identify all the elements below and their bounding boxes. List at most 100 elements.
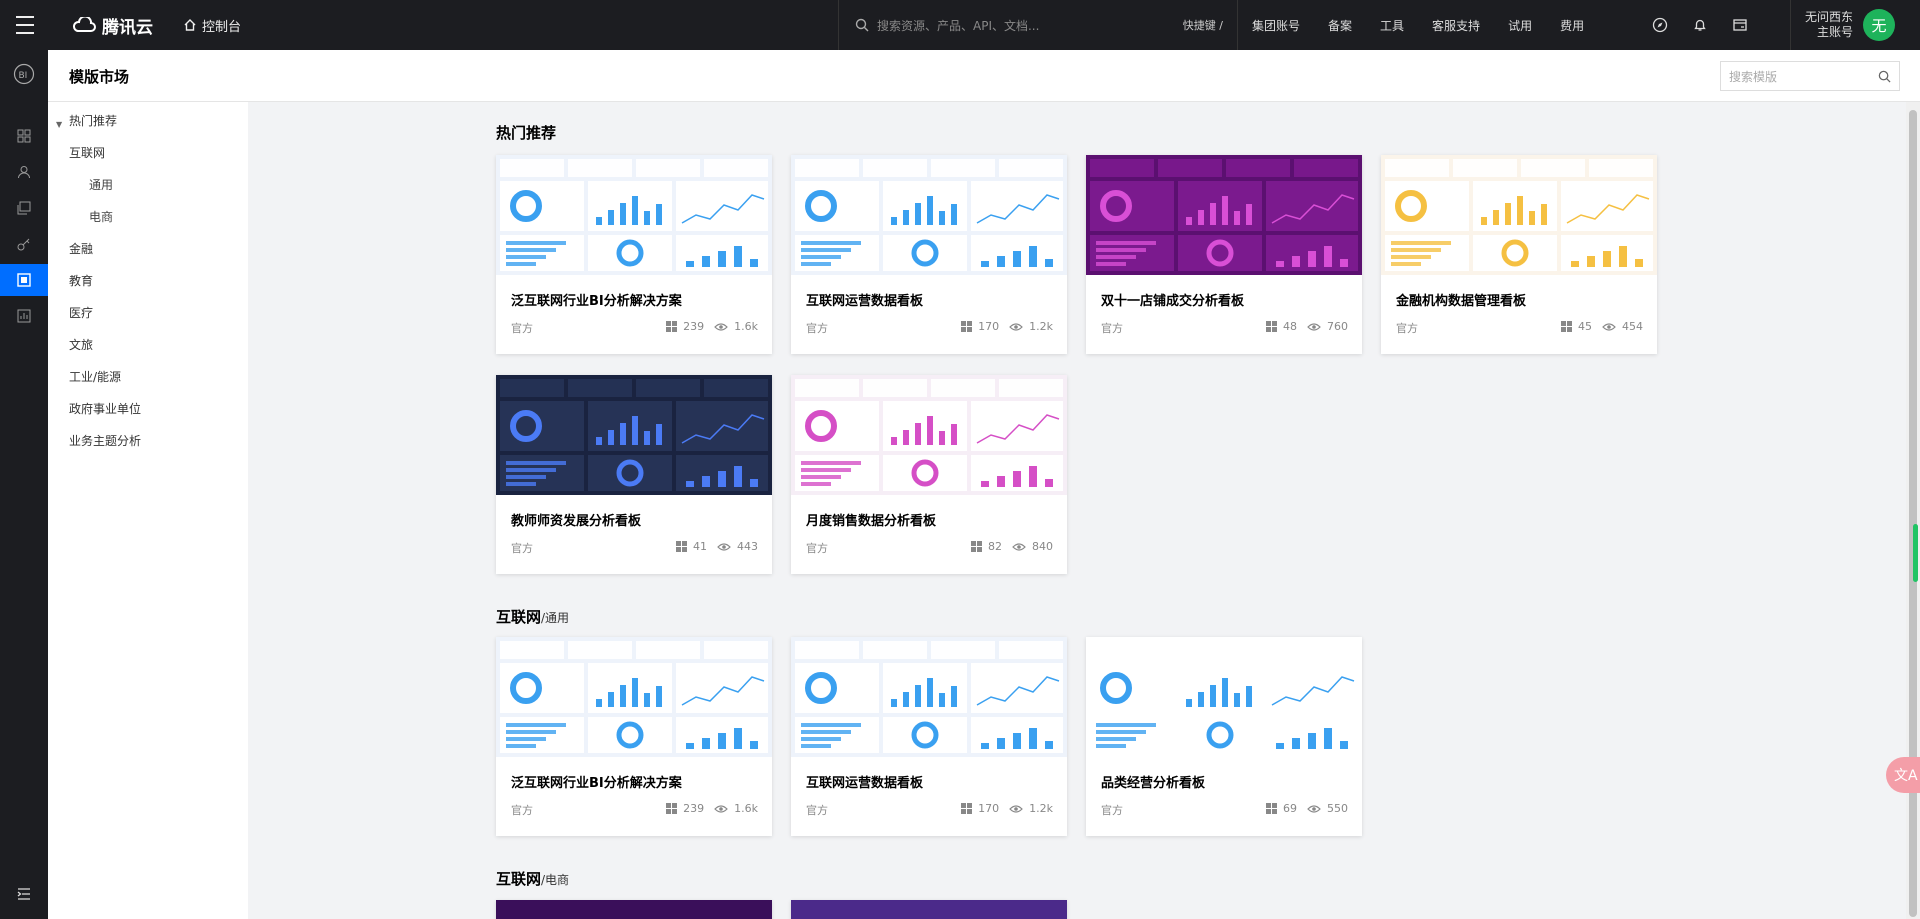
category-culture-tourism[interactable]: 文旅 bbox=[69, 336, 93, 353]
brand-logo[interactable]: 腾讯云 bbox=[72, 13, 153, 38]
thumbnail-graphic bbox=[496, 155, 772, 275]
eye-icon bbox=[1602, 322, 1616, 331]
layers-icon[interactable] bbox=[0, 192, 48, 224]
template-thumbnail[interactable] bbox=[496, 155, 772, 275]
template-thumbnail[interactable] bbox=[496, 375, 772, 495]
top-links: 集团账号 备案 工具 客服支持 试用 费用 bbox=[1238, 0, 1598, 50]
template-thumbnail[interactable] bbox=[496, 637, 772, 757]
bi-logo-icon[interactable]: BI bbox=[0, 58, 48, 90]
link-group-account[interactable]: 集团账号 bbox=[1238, 17, 1314, 34]
page-header: 模版市场 搜索模版 bbox=[48, 50, 1920, 102]
report-icon[interactable] bbox=[0, 300, 48, 332]
grid-icon bbox=[961, 803, 973, 814]
ticket-icon[interactable] bbox=[1720, 17, 1760, 33]
category-industry-energy[interactable]: 工业/能源 bbox=[69, 368, 121, 385]
grid-icon bbox=[961, 321, 973, 332]
caret-down-icon[interactable]: ▼ bbox=[56, 120, 62, 129]
template-source: 官方 bbox=[511, 804, 533, 817]
brand-name: 腾讯云 bbox=[102, 17, 153, 38]
template-source: 官方 bbox=[1396, 322, 1418, 335]
template-source: 官方 bbox=[1101, 322, 1123, 335]
template-search-input[interactable]: 搜索模版 bbox=[1720, 61, 1900, 91]
link-tools[interactable]: 工具 bbox=[1366, 17, 1418, 34]
category-medical[interactable]: 医疗 bbox=[69, 304, 93, 321]
section-title-text: 互联网 bbox=[496, 608, 542, 626]
user-icon[interactable] bbox=[0, 156, 48, 188]
template-view-count: 443 bbox=[737, 540, 758, 553]
template-card[interactable]: 互联网运营数据看板 官方 170 1.2k bbox=[791, 637, 1067, 836]
template-view-count: 550 bbox=[1327, 802, 1348, 815]
template-thumbnail[interactable] bbox=[791, 375, 1067, 495]
top-navbar: 腾讯云 控制台 搜索资源、产品、API、文档... 快捷键 / 集团账号 备案 … bbox=[0, 0, 1920, 50]
category-government[interactable]: 政府事业单位 bbox=[69, 400, 141, 417]
template-market-icon[interactable] bbox=[0, 264, 48, 296]
link-billing[interactable]: 费用 bbox=[1546, 17, 1598, 34]
category-internet[interactable]: 互联网 bbox=[69, 144, 105, 161]
link-support[interactable]: 客服支持 bbox=[1418, 17, 1494, 34]
bell-icon[interactable] bbox=[1680, 17, 1720, 33]
template-title: 互联网运营数据看板 bbox=[806, 294, 924, 309]
template-title: 双十一店铺成交分析看板 bbox=[1101, 294, 1245, 309]
template-card-partial[interactable] bbox=[791, 900, 1067, 919]
template-card[interactable]: 月度销售数据分析看板 官方 82 840 bbox=[791, 375, 1067, 574]
template-card[interactable]: 品类经营分析看板 官方 69 550 bbox=[1086, 637, 1362, 836]
eye-icon bbox=[1012, 542, 1026, 551]
grid-icon bbox=[1266, 321, 1277, 332]
template-card[interactable]: 泛互联网行业BI分析解决方案 官方 239 1.6k bbox=[496, 155, 772, 354]
section-title-text: 热门推荐 bbox=[496, 124, 557, 142]
template-card[interactable]: 互联网运营数据看板 官方 170 1.2k bbox=[791, 155, 1067, 354]
template-thumbnail[interactable] bbox=[791, 637, 1067, 757]
account-menu[interactable]: 无问西东 主账号 无 bbox=[1790, 0, 1896, 50]
menu-icon[interactable] bbox=[0, 0, 50, 50]
template-page-count: 69 bbox=[1283, 802, 1297, 815]
template-stats: 170 1.2k bbox=[961, 320, 1053, 333]
global-search-placeholder: 搜索资源、产品、API、文档... bbox=[877, 18, 1040, 33]
template-search-placeholder: 搜索模版 bbox=[1729, 69, 1778, 84]
thumbnail-graphic bbox=[1086, 637, 1362, 757]
avatar[interactable]: 无 bbox=[1863, 9, 1896, 41]
home-icon bbox=[184, 19, 196, 31]
console-link[interactable]: 控制台 bbox=[183, 16, 241, 35]
dashboard-icon[interactable] bbox=[0, 120, 48, 152]
search-icon[interactable] bbox=[1878, 70, 1891, 83]
grid-icon bbox=[666, 321, 678, 332]
template-card[interactable]: 双十一店铺成交分析看板 官方 48 760 bbox=[1086, 155, 1362, 354]
template-card[interactable]: 泛互联网行业BI分析解决方案 官方 239 1.6k bbox=[496, 637, 772, 836]
template-card-partial[interactable] bbox=[496, 900, 772, 919]
translate-icon: 文A bbox=[1894, 768, 1918, 784]
template-page-count: 170 bbox=[978, 802, 1000, 815]
category-education[interactable]: 教育 bbox=[69, 272, 93, 289]
category-business-topics[interactable]: 业务主题分析 bbox=[69, 432, 141, 449]
grid-icon bbox=[971, 541, 982, 552]
key-icon[interactable] bbox=[0, 228, 48, 260]
template-card[interactable]: 教师师资发展分析看板 官方 41 443 bbox=[496, 375, 772, 574]
account-text: 无问西东 主账号 bbox=[1805, 10, 1853, 40]
section-subtitle: /电商 bbox=[541, 873, 570, 887]
template-card[interactable]: 金融机构数据管理看板 官方 45 454 bbox=[1381, 155, 1657, 354]
template-thumbnail[interactable] bbox=[791, 155, 1067, 275]
link-trial[interactable]: 试用 bbox=[1494, 17, 1546, 34]
compass-icon[interactable] bbox=[1640, 17, 1680, 33]
section-subtitle: /通用 bbox=[541, 611, 570, 625]
scrollbar-thumb[interactable] bbox=[1909, 110, 1917, 917]
template-grid-area: 热门推荐 互联网/通用 互联网/电商 泛互联网行业BI分析解决方案 官方 239 1.… bbox=[248, 102, 1898, 919]
category-hot[interactable]: 热门推荐 bbox=[69, 112, 117, 129]
template-view-count: 1.2k bbox=[1029, 320, 1053, 333]
eye-icon bbox=[714, 322, 728, 331]
translate-float-button[interactable]: 文A bbox=[1886, 757, 1920, 793]
scrollbar[interactable] bbox=[1906, 102, 1920, 919]
global-search[interactable]: 搜索资源、产品、API、文档... 快捷键 / bbox=[838, 0, 1238, 50]
category-finance[interactable]: 金融 bbox=[69, 240, 93, 257]
category-internet-general[interactable]: 通用 bbox=[89, 176, 113, 193]
link-filing[interactable]: 备案 bbox=[1314, 17, 1366, 34]
collapse-menu-icon[interactable] bbox=[0, 878, 48, 910]
thumbnail-graphic bbox=[496, 637, 772, 757]
category-internet-ecommerce[interactable]: 电商 bbox=[89, 208, 113, 225]
template-thumbnail[interactable] bbox=[1086, 637, 1362, 757]
svg-text:BI: BI bbox=[19, 71, 28, 81]
thumbnail-graphic bbox=[791, 155, 1067, 275]
template-thumbnail[interactable] bbox=[1086, 155, 1362, 275]
thumbnail-graphic bbox=[791, 375, 1067, 495]
template-thumbnail[interactable] bbox=[1381, 155, 1657, 275]
template-view-count: 454 bbox=[1622, 320, 1643, 333]
